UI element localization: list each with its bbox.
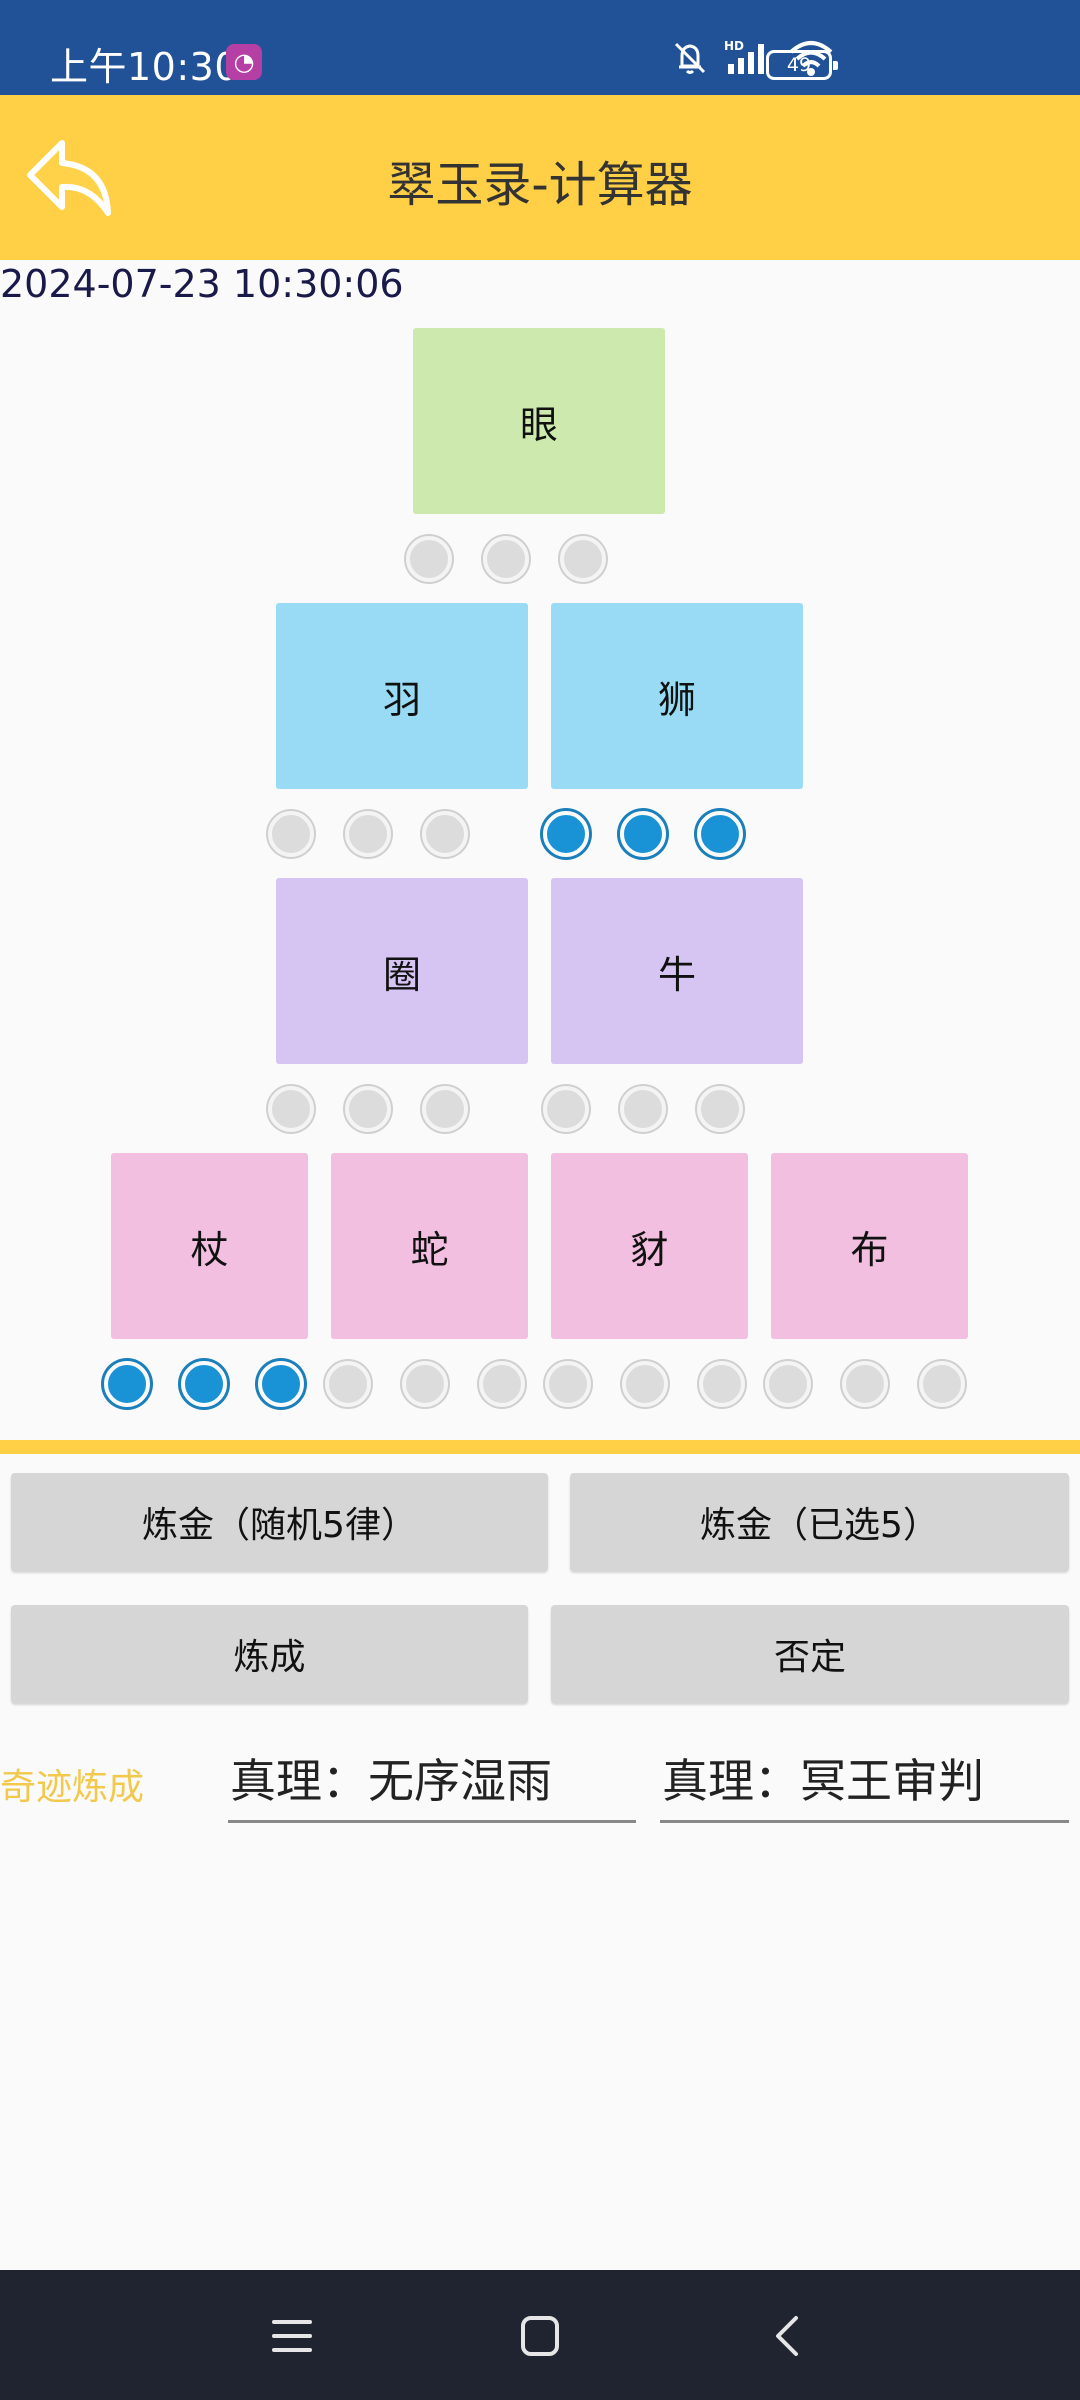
tile-label: 牛 xyxy=(657,952,696,997)
tile-lion[interactable]: 狮 xyxy=(551,603,803,789)
tile-label: 圈 xyxy=(382,952,421,997)
mute-bell-icon xyxy=(674,42,706,74)
selection-dot-row4-6[interactable] xyxy=(479,1361,525,1407)
tile-label: 杖 xyxy=(190,1227,229,1272)
tile-label: 豺 xyxy=(630,1227,669,1272)
page-title: 翠玉录-计算器 xyxy=(387,157,693,213)
miracle-label: 奇迹炼成 xyxy=(0,1767,145,1808)
selection-dot-row4-7[interactable] xyxy=(545,1361,591,1407)
app-notification-icon: ◔ xyxy=(226,44,262,80)
status-time: 上午10:30 xyxy=(50,45,240,89)
selection-dot-row3-2[interactable] xyxy=(345,1086,391,1132)
selection-dot-row2-5[interactable] xyxy=(620,811,666,857)
battery-icon: 49 xyxy=(766,50,838,80)
selection-dot-row2-1[interactable] xyxy=(268,811,314,857)
battery-level: 49 xyxy=(786,54,812,76)
selection-dot-row3-3[interactable] xyxy=(422,1086,468,1132)
truth-field-2[interactable]: 真理：冥王审判 xyxy=(660,1745,1069,1823)
nav-menu-button[interactable] xyxy=(262,2308,322,2364)
status-bar: 上午10:30 ◔ HD 49 xyxy=(0,0,1080,95)
tile-cloth[interactable]: 布 xyxy=(771,1153,968,1339)
tile-jackal[interactable]: 豺 xyxy=(551,1153,748,1339)
selection-dot-row3-1[interactable] xyxy=(268,1086,314,1132)
tile-eye[interactable]: 眼 xyxy=(413,328,665,514)
tile-ox[interactable]: 牛 xyxy=(551,878,803,1064)
selection-dot-row4-4[interactable] xyxy=(325,1361,371,1407)
app-bar: 翠玉录-计算器 xyxy=(0,95,1080,260)
datetime-label: 2024-07-23 10:30:06 xyxy=(0,262,404,306)
tile-label: 羽 xyxy=(382,677,421,722)
truth-field-1[interactable]: 真理：无序湿雨 xyxy=(228,1745,636,1823)
selection-dot-row4-8[interactable] xyxy=(622,1361,668,1407)
alchemy-random-button[interactable]: 炼金（随机5律） xyxy=(11,1473,548,1571)
selection-dot-row4-1[interactable] xyxy=(104,1361,150,1407)
home-icon xyxy=(521,2316,559,2356)
selection-dot-row2-3[interactable] xyxy=(422,811,468,857)
tile-label: 眼 xyxy=(519,402,558,447)
selection-dot-row4-5[interactable] xyxy=(402,1361,448,1407)
nav-back-button[interactable] xyxy=(758,2308,818,2364)
selection-dot-row1-3[interactable] xyxy=(560,536,606,582)
selection-dot-row4-11[interactable] xyxy=(842,1361,888,1407)
tile-label: 狮 xyxy=(657,677,696,722)
selection-dot-row4-10[interactable] xyxy=(765,1361,811,1407)
selection-dot-row2-2[interactable] xyxy=(345,811,391,857)
selection-dot-row1-1[interactable] xyxy=(406,536,452,582)
complete-button[interactable]: 炼成 xyxy=(11,1605,528,1703)
selection-dot-row4-12[interactable] xyxy=(919,1361,965,1407)
nav-home-button[interactable] xyxy=(510,2308,570,2364)
tile-circle[interactable]: 圈 xyxy=(276,878,528,1064)
selection-dot-row2-6[interactable] xyxy=(697,811,743,857)
selection-dot-row2-4[interactable] xyxy=(543,811,589,857)
selection-dot-row4-3[interactable] xyxy=(258,1361,304,1407)
tile-snake[interactable]: 蛇 xyxy=(331,1153,528,1339)
back-icon xyxy=(776,2316,798,2356)
deny-button[interactable]: 否定 xyxy=(551,1605,1069,1703)
tile-label: 布 xyxy=(850,1227,889,1272)
selection-dot-row3-6[interactable] xyxy=(697,1086,743,1132)
system-nav-bar xyxy=(0,2270,1080,2400)
section-divider xyxy=(0,1440,1080,1454)
selection-dot-row4-9[interactable] xyxy=(699,1361,745,1407)
tile-staff[interactable]: 杖 xyxy=(111,1153,308,1339)
selection-dot-row3-4[interactable] xyxy=(543,1086,589,1132)
tile-label: 蛇 xyxy=(410,1227,449,1272)
alchemy-selected-button[interactable]: 炼金（已选5） xyxy=(570,1473,1069,1571)
svg-text:HD: HD xyxy=(724,39,744,53)
selection-dot-row4-2[interactable] xyxy=(181,1361,227,1407)
tile-feather[interactable]: 羽 xyxy=(276,603,528,789)
menu-icon xyxy=(272,2320,312,2352)
selection-dot-row1-2[interactable] xyxy=(483,536,529,582)
selection-dot-row3-5[interactable] xyxy=(620,1086,666,1132)
